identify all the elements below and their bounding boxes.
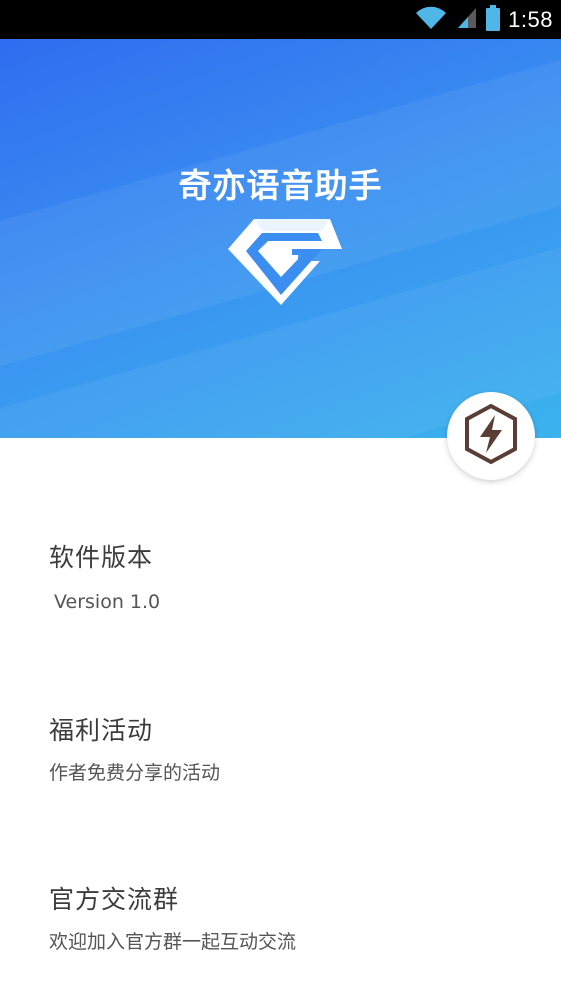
software-version-item[interactable]: 软件版本 Version 1.0 bbox=[49, 541, 529, 615]
header-banner: 奇亦语音助手 bbox=[0, 39, 561, 438]
app-logo-g-icon bbox=[218, 215, 344, 309]
cell-signal-icon bbox=[456, 6, 478, 34]
official-group-description: 欢迎加入官方群一起互动交流 bbox=[49, 931, 297, 953]
welfare-activity-item[interactable]: 福利活动 作者免费分享的活动 bbox=[49, 714, 529, 786]
app-title: 奇亦语音助手 bbox=[178, 166, 383, 205]
boost-button[interactable] bbox=[447, 392, 535, 480]
software-version-value: Version 1.0 bbox=[54, 591, 161, 613]
official-group-title: 官方交流群 bbox=[49, 885, 180, 914]
lightning-bolt-icon bbox=[462, 403, 520, 469]
status-icons: 1:58 bbox=[414, 0, 553, 39]
welfare-activity-description: 作者免费分享的活动 bbox=[49, 762, 221, 784]
status-time: 1:58 bbox=[508, 6, 553, 32]
welfare-activity-title: 福利活动 bbox=[49, 716, 154, 745]
official-group-item[interactable]: 官方交流群 欢迎加入官方群一起互动交流 bbox=[49, 883, 529, 955]
software-version-title: 软件版本 bbox=[49, 543, 154, 572]
wifi-icon bbox=[414, 5, 448, 35]
battery-icon bbox=[486, 4, 501, 35]
status-bar: 1:58 bbox=[0, 0, 561, 39]
